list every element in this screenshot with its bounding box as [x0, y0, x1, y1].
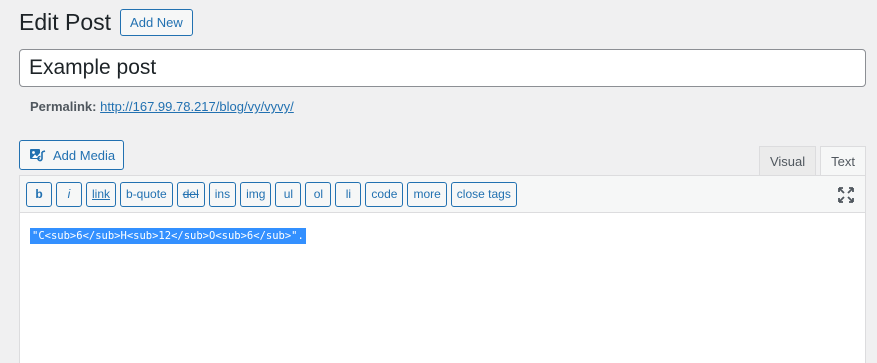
page-header: Edit Post Add New [19, 8, 193, 37]
qt-blockquote-button[interactable]: b-quote [120, 181, 173, 207]
qt-ol-button[interactable]: ol [305, 181, 332, 207]
qt-bold-button[interactable]: b [26, 181, 52, 207]
qt-italic-button[interactable]: i [56, 181, 82, 207]
fullscreen-icon[interactable] [837, 186, 855, 204]
add-media-label: Add Media [53, 147, 116, 163]
qt-link-button[interactable]: link [86, 181, 117, 207]
post-title-input[interactable]: Example post [19, 49, 866, 87]
quicktags-toolbar: b i link b-quote del ins img ul ol li co… [20, 176, 865, 213]
permalink-link[interactable]: http://167.99.78.217/blog/vy/vyvy/ [100, 99, 294, 114]
qt-ins-button[interactable]: ins [208, 181, 237, 207]
qt-li-button[interactable]: li [335, 181, 362, 207]
permalink-label: Permalink: [30, 99, 97, 114]
content-textarea[interactable]: "C<sub>6</sub>H<sub>12</sub>O<sub>6</sub… [20, 213, 865, 257]
selected-content-text: "C<sub>6</sub>H<sub>12</sub>O<sub>6</sub… [30, 228, 306, 244]
tab-text[interactable]: Text [820, 146, 866, 176]
add-media-button[interactable]: Add Media [19, 140, 124, 170]
page-title: Edit Post [19, 9, 112, 35]
edit-post-page: Edit Post Add New Example post Permalink… [0, 0, 877, 363]
qt-more-button[interactable]: more [407, 181, 447, 207]
tab-visual[interactable]: Visual [758, 146, 817, 175]
qt-del-button[interactable]: del [176, 181, 205, 207]
editor-tabs: Visual Text [755, 146, 866, 176]
permalink: Permalink: http://167.99.78.217/blog/vy/… [30, 99, 294, 115]
qt-close-tags-button[interactable]: close tags [450, 181, 517, 207]
media-icon [29, 147, 47, 163]
qt-code-button[interactable]: code [365, 181, 404, 207]
qt-ul-button[interactable]: ul [275, 181, 302, 207]
text-editor: b i link b-quote del ins img ul ol li co… [19, 175, 866, 363]
add-new-button[interactable]: Add New [120, 9, 193, 36]
qt-img-button[interactable]: img [240, 181, 272, 207]
